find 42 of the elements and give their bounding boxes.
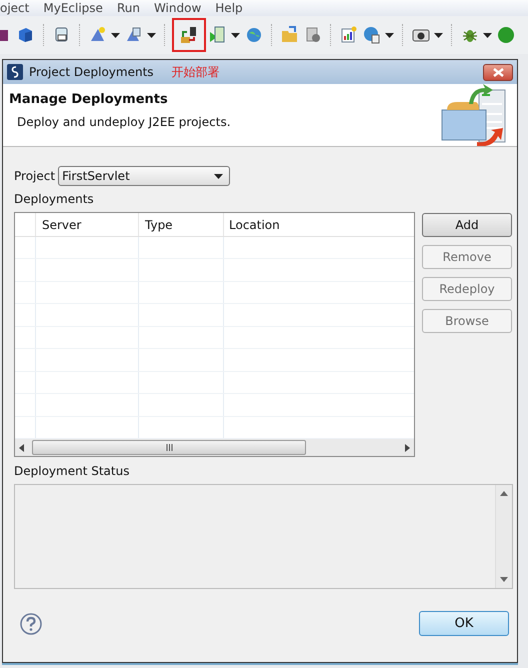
scroll-thumb[interactable] <box>32 440 306 455</box>
close-icon[interactable] <box>492 68 504 76</box>
header-title: Manage Deployments <box>9 92 169 107</box>
window-title: Project Deployments <box>29 65 154 79</box>
help-icon[interactable] <box>20 612 42 634</box>
caret-icon[interactable] <box>214 174 224 178</box>
menu-item[interactable]: Help <box>208 0 250 16</box>
project-dropdown[interactable]: FirstServlet <box>58 166 230 186</box>
menu-item[interactable]: MyEclipse <box>36 0 110 16</box>
scroll-left-icon[interactable] <box>19 444 24 452</box>
section-label: Deployment Status <box>14 464 130 478</box>
caret-icon[interactable] <box>147 32 156 38</box>
menu-item[interactable]: Window <box>146 0 208 16</box>
caret-icon[interactable] <box>434 32 443 38</box>
section-label: Deployments <box>14 192 95 206</box>
column-header[interactable]: Type <box>139 213 224 236</box>
close-button[interactable] <box>483 64 513 80</box>
header-description: Deploy and undeploy J2EE projects. <box>16 115 231 129</box>
menu-item[interactable]: Run <box>110 0 147 16</box>
scroll-up-icon[interactable] <box>500 491 508 496</box>
horizontal-scrollbar[interactable] <box>15 439 414 456</box>
grip-icon <box>166 444 172 451</box>
toolbar-button[interactable] <box>172 18 206 52</box>
menu-item[interactable]: oject <box>0 0 36 16</box>
annotation-text: 开始部署 <box>172 64 220 80</box>
vertical-scrollbar[interactable] <box>495 485 512 588</box>
app-logo-icon <box>7 64 23 80</box>
ok-button[interactable]: OK <box>419 611 509 636</box>
action-button[interactable]: Add <box>422 213 512 237</box>
scroll-down-icon[interactable] <box>500 577 508 582</box>
caret-icon[interactable] <box>231 32 240 38</box>
caret-icon[interactable] <box>111 32 120 38</box>
caret-icon[interactable] <box>385 32 394 38</box>
column-header[interactable]: Server <box>36 213 139 236</box>
toolbar-button[interactable] <box>361 24 396 46</box>
column-header[interactable]: Location <box>224 213 414 236</box>
scroll-right-icon[interactable] <box>405 444 410 452</box>
field-label: Project <box>14 169 56 183</box>
play-server-icon[interactable] <box>209 26 227 44</box>
caret-icon[interactable] <box>483 32 492 38</box>
server-icon[interactable] <box>180 26 198 44</box>
triangle-icon[interactable] <box>125 26 143 44</box>
